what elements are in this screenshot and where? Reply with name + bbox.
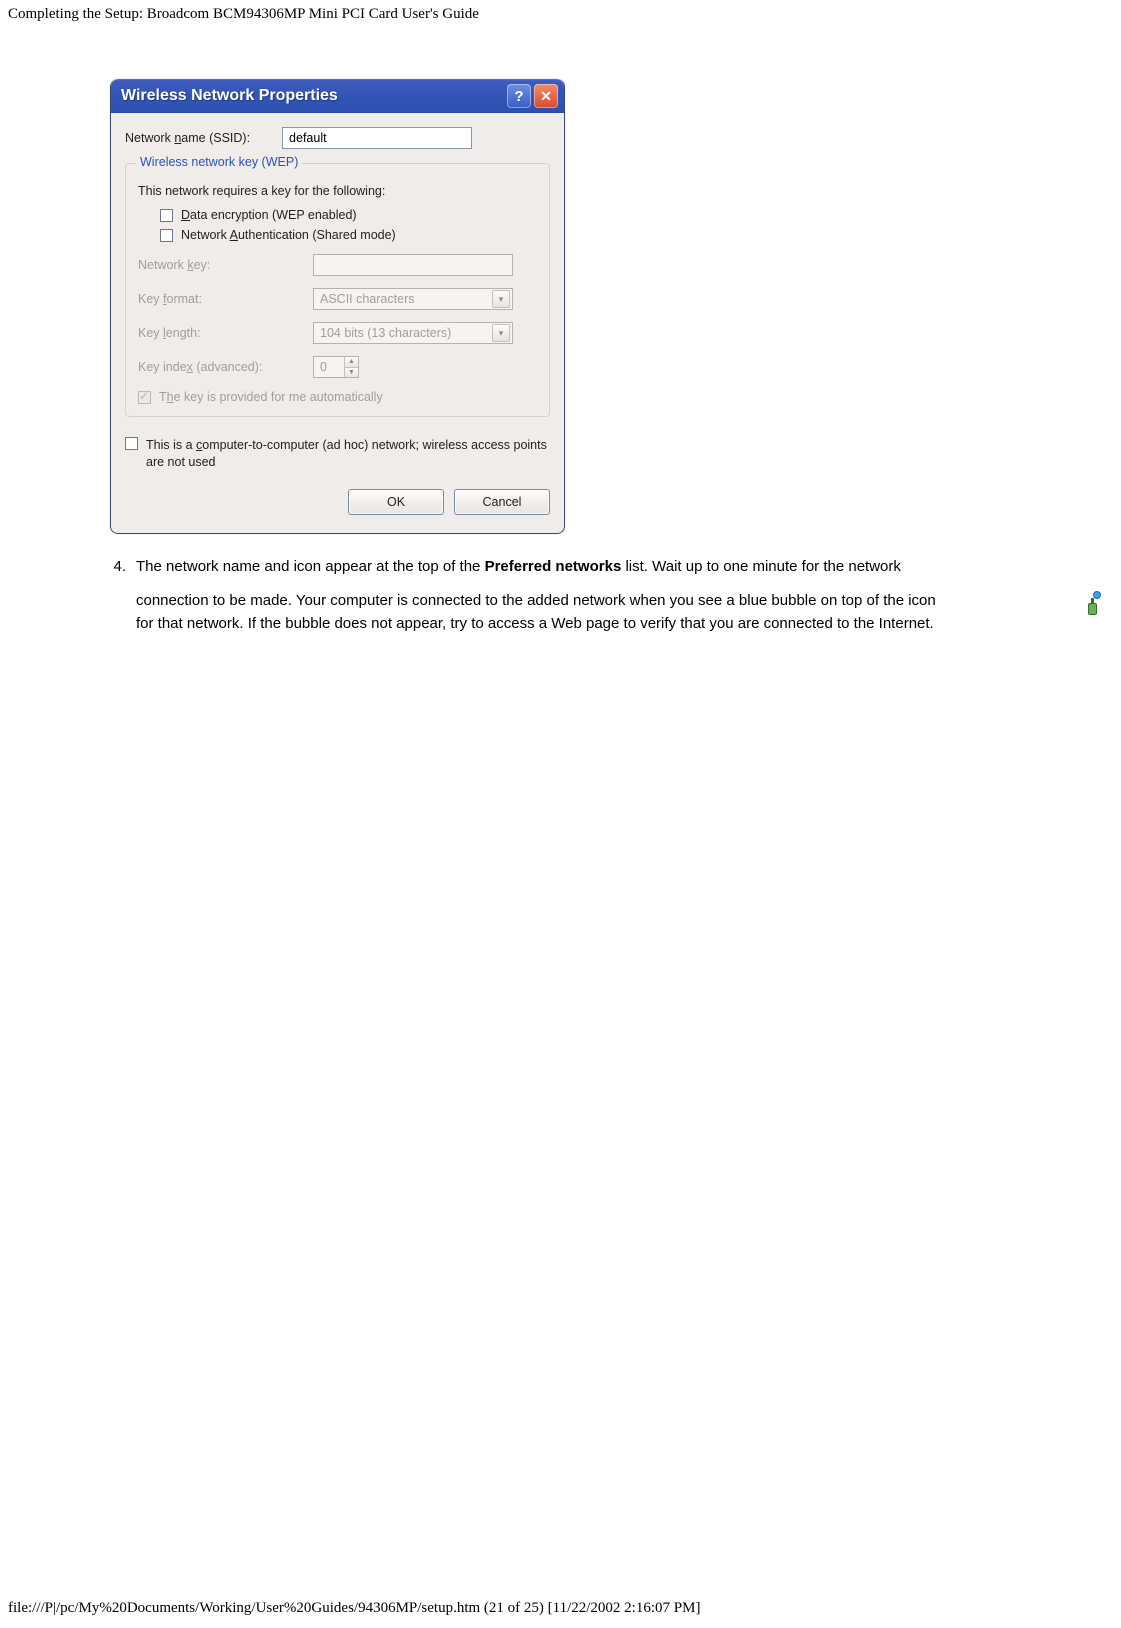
wep-opt-encryption-label: Data encryption (WEP enabled)	[181, 208, 357, 222]
network-status-icon	[1083, 591, 1103, 615]
t: for that network. If the bubble does not…	[136, 615, 934, 632]
list-p2: connection to be made. Your computer is …	[136, 590, 1103, 635]
t: Network	[125, 131, 174, 145]
dialog-body: Network name (SSID): Wireless network ke…	[111, 113, 564, 533]
adhoc-row[interactable]: This is a computer-to-computer (ad hoc) …	[125, 437, 550, 471]
t: Network	[138, 258, 187, 272]
t: e key is provided for me automatically	[174, 390, 383, 404]
ssid-label: Network name (SSID):	[125, 131, 250, 145]
key-auto-label: The key is provided for me automatically	[159, 390, 383, 404]
page-header: Completing the Setup: Broadcom BCM94306M…	[0, 0, 1121, 29]
t: D	[181, 208, 190, 222]
list-p2-text: connection to be made. Your computer is …	[136, 590, 1077, 635]
t: ey:	[194, 258, 211, 272]
page-title: Completing the Setup: Broadcom BCM94306M…	[8, 6, 479, 22]
checkbox-checked-disabled-icon	[138, 391, 151, 404]
t: A	[230, 228, 238, 242]
t: ormat:	[167, 292, 202, 306]
t: uthentication (Shared mode)	[238, 228, 396, 242]
key-index-label: Key index (advanced):	[138, 360, 313, 374]
close-button[interactable]: ✕	[534, 84, 558, 108]
wep-opt-auth[interactable]: Network Authentication (Shared mode)	[160, 228, 537, 242]
key-index-row: Key index (advanced): 0 ▲ ▼	[138, 356, 537, 378]
t: Network	[181, 228, 230, 242]
key-format-value: ASCII characters	[320, 292, 414, 306]
wep-opt-encryption[interactable]: Data encryption (WEP enabled)	[160, 208, 537, 222]
list-number: 4.	[110, 556, 136, 636]
t: list. Wait up to one minute for the netw…	[621, 558, 901, 575]
network-key-label: Network key:	[138, 258, 313, 272]
key-auto-row: The key is provided for me automatically	[138, 390, 537, 404]
list-item: 4. The network name and icon appear at t…	[110, 556, 1103, 636]
wep-desc: This network requires a key for the foll…	[138, 184, 537, 198]
key-format-select: ASCII characters ▾	[313, 288, 513, 310]
chevron-down-icon: ▾	[492, 290, 510, 308]
t: h	[167, 390, 174, 404]
t: omputer-to-computer (ad hoc) network; wi…	[146, 438, 547, 469]
ssid-row: Network name (SSID):	[125, 127, 550, 149]
key-length-select: 104 bits (13 characters) ▾	[313, 322, 513, 344]
t: ata encryption (WEP enabled)	[190, 208, 357, 222]
t: Key	[138, 292, 163, 306]
page-footer: file:///P|/pc/My%20Documents/Working/Use…	[8, 1600, 700, 1617]
t: (advanced):	[193, 360, 262, 374]
key-length-value: 104 bits (13 characters)	[320, 326, 451, 340]
network-key-input	[313, 254, 513, 276]
footer-text: file:///P|/pc/My%20Documents/Working/Use…	[8, 1600, 700, 1616]
list-body: The network name and icon appear at the …	[136, 556, 1103, 636]
adhoc-label: This is a computer-to-computer (ad hoc) …	[146, 437, 550, 471]
spinner-up-icon: ▲	[344, 357, 358, 367]
t: T	[159, 390, 167, 404]
cancel-button[interactable]: Cancel	[454, 489, 550, 515]
network-key-row: Network key:	[138, 254, 537, 276]
key-index-value: 0	[314, 360, 344, 374]
spinner-down-icon: ▼	[344, 367, 358, 377]
t: connection to be made. Your computer is …	[136, 592, 936, 609]
wep-legend: Wireless network key (WEP)	[136, 155, 302, 169]
dialog-wireless-network-properties: Wireless Network Properties ? ✕ Network …	[110, 79, 565, 534]
checkbox-icon	[125, 437, 138, 450]
dialog-title: Wireless Network Properties	[121, 87, 504, 105]
checkbox-icon	[160, 229, 173, 242]
instruction-list: 4. The network name and icon appear at t…	[110, 556, 1121, 636]
key-index-spinner: 0 ▲ ▼	[313, 356, 359, 378]
list-p1: The network name and icon appear at the …	[136, 556, 1103, 579]
ssid-input[interactable]	[282, 127, 472, 149]
t: ame (SSID):	[181, 131, 250, 145]
chevron-down-icon: ▾	[492, 324, 510, 342]
dialog-buttons: OK Cancel	[125, 489, 550, 515]
dialog-titlebar: Wireless Network Properties ? ✕	[111, 79, 564, 113]
t: This is a	[146, 438, 196, 452]
t: Key	[138, 326, 163, 340]
checkbox-icon	[160, 209, 173, 222]
help-button[interactable]: ?	[507, 84, 531, 108]
t: ength:	[166, 326, 201, 340]
ok-button[interactable]: OK	[348, 489, 444, 515]
wep-fieldset: Wireless network key (WEP) This network …	[125, 163, 550, 417]
key-length-label: Key length:	[138, 326, 313, 340]
t: Key inde	[138, 360, 187, 374]
key-format-label: Key format:	[138, 292, 313, 306]
key-format-row: Key format: ASCII characters ▾	[138, 288, 537, 310]
preferred-networks-bold: Preferred networks	[485, 558, 622, 575]
t: The network name and icon appear at the …	[136, 558, 485, 575]
content-area: Wireless Network Properties ? ✕ Network …	[0, 29, 1121, 635]
wep-opt-auth-label: Network Authentication (Shared mode)	[181, 228, 396, 242]
key-length-row: Key length: 104 bits (13 characters) ▾	[138, 322, 537, 344]
